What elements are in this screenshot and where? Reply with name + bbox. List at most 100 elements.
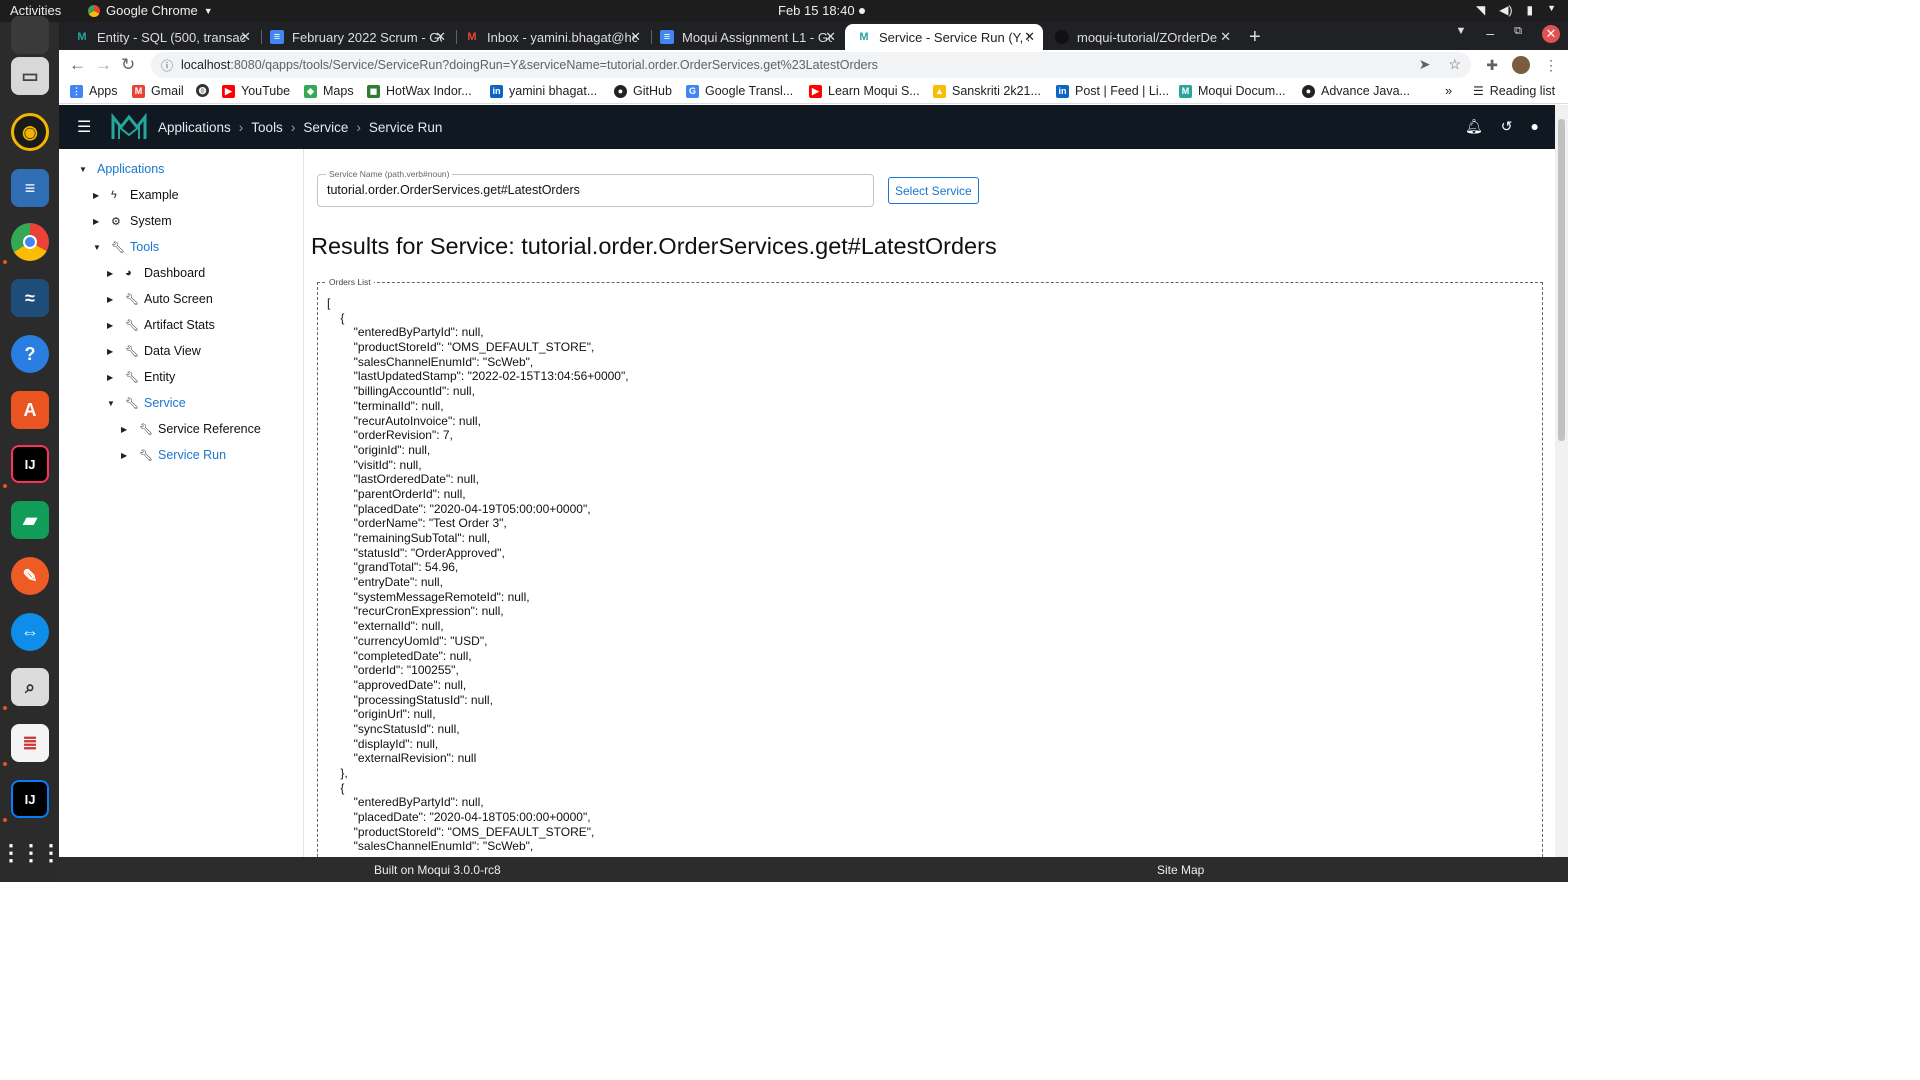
more-menu-icon[interactable]: ⋮ <box>1544 57 1558 74</box>
send-to-devices-icon[interactable]: ➤ <box>1419 56 1431 73</box>
browser-tab[interactable]: M Entity - SQL (500, transact ✕ <box>63 24 259 50</box>
caret-right-icon[interactable]: ▶ <box>93 191 103 200</box>
caret-right-icon[interactable]: ▶ <box>107 373 117 382</box>
chat-icon[interactable]: ▰ <box>11 501 49 539</box>
software-center-icon[interactable]: A <box>11 391 49 429</box>
breadcrumb-tools[interactable]: Tools <box>251 120 283 135</box>
browser-tab-active[interactable]: M Service - Service Run (Y, Se ✕ <box>845 24 1043 50</box>
nav-service-run[interactable]: ▶ 🔧︎ Service Run <box>121 448 226 462</box>
nav-data-view[interactable]: ▶ 🔧︎ Data View <box>107 344 201 358</box>
history-icon[interactable]: ↺ <box>1501 118 1513 135</box>
moqui-logo[interactable] <box>111 112 147 144</box>
close-icon[interactable]: ✕ <box>630 29 641 45</box>
minimize-icon[interactable]: – <box>1486 25 1494 43</box>
nav-auto-screen[interactable]: ▶ 🔧︎ Auto Screen <box>107 292 213 306</box>
reading-list-button[interactable]: ☰ Reading list <box>1473 84 1555 98</box>
close-icon[interactable]: ✕ <box>435 29 446 45</box>
caret-right-icon[interactable]: ▶ <box>107 269 117 278</box>
new-tab-button[interactable]: + <box>1249 26 1261 49</box>
clock[interactable]: Feb 15 18:40 <box>778 3 855 18</box>
bookmark-advance-java[interactable]: ● Advance Java... <box>1302 84 1410 98</box>
nav-service[interactable]: ▼ 🔧︎ Service <box>107 396 186 410</box>
site-map-link[interactable]: Site Map <box>1157 863 1204 877</box>
nav-system[interactable]: ▶ ⚙ System <box>93 214 172 228</box>
profile-avatar[interactable] <box>1512 56 1530 74</box>
browser-tab[interactable]: moqui-tutorial/ZOrderDe ✕ <box>1043 24 1239 50</box>
reload-icon[interactable]: ↻ <box>121 55 135 75</box>
info-icon[interactable]: ⓘ <box>161 57 173 74</box>
intellij-icon[interactable]: IJ <box>11 780 49 818</box>
caret-down-icon[interactable]: ▼ <box>107 399 117 408</box>
close-icon[interactable]: ✕ <box>1220 29 1231 45</box>
nav-tools[interactable]: ▼ 🔧︎ Tools <box>93 240 159 254</box>
bookmark-moqui-docs[interactable]: M Moqui Docum... <box>1179 84 1286 98</box>
close-icon[interactable]: ✕ <box>240 29 251 45</box>
postman-icon[interactable]: ✎ <box>11 557 49 595</box>
bookmark-linkedin-feed[interactable]: in Post | Feed | Li... <box>1056 84 1169 98</box>
bookmark-translate[interactable]: G Google Transl... <box>686 84 793 98</box>
show-apps-icon[interactable]: ⋮⋮⋮ <box>0 834 62 872</box>
nav-service-reference[interactable]: ▶ 🔧︎ Service Reference <box>121 422 261 436</box>
bell-icon[interactable]: 🔔︎ <box>1465 118 1483 135</box>
nav-dashboard[interactable]: ▶ ◕ Dashboard <box>107 266 205 280</box>
back-icon[interactable]: ← <box>69 55 86 75</box>
caret-right-icon[interactable]: ▶ <box>107 295 117 304</box>
close-icon[interactable]: ✕ <box>1024 29 1035 45</box>
rhythmbox-icon[interactable]: ◉ <box>11 113 49 151</box>
nav-example[interactable]: ▶ ϟ Example <box>93 188 179 202</box>
maximize-icon[interactable]: ⧉ <box>1514 25 1522 43</box>
chrome-icon[interactable] <box>11 223 49 261</box>
bookmark-learn-moqui[interactable]: ▶ Learn Moqui S... <box>809 84 920 98</box>
tab-search-icon[interactable]: ▼ <box>1455 25 1466 43</box>
bookmark-globe[interactable]: ◍ <box>196 84 215 97</box>
caret-down-icon[interactable]: ▼ <box>79 165 89 174</box>
help-icon[interactable]: ? <box>11 335 49 373</box>
breadcrumb-applications[interactable]: Applications <box>158 120 231 135</box>
files-icon[interactable]: ▭ <box>11 57 49 95</box>
app-menu[interactable]: Google Chrome ▼ <box>88 3 213 18</box>
bookmark-gmail[interactable]: M Gmail <box>132 84 184 98</box>
nav-entity[interactable]: ▶ 🔧︎ Entity <box>107 370 175 384</box>
caret-right-icon[interactable]: ▶ <box>107 321 117 330</box>
menu-icon[interactable]: ☰ <box>77 117 91 137</box>
browser-tab[interactable]: M Inbox - yamini.bhagat@ho ✕ <box>453 24 649 50</box>
caret-right-icon[interactable]: ▶ <box>121 451 131 460</box>
browser-tab[interactable]: ≡ Moqui Assignment L1 - Go ✕ <box>648 24 844 50</box>
caret-right-icon[interactable]: ▶ <box>93 217 103 226</box>
bookmark-youtube[interactable]: ▶ YouTube <box>222 84 290 98</box>
bookmark-sanskriti[interactable]: ▲ Sanskriti 2k21... <box>933 84 1041 98</box>
bookmark-linkedin[interactable]: in yamini bhagat... <box>490 84 597 98</box>
bookmarks-overflow-button[interactable]: » <box>1445 83 1452 98</box>
dock-app-icon[interactable] <box>11 16 49 54</box>
bookmark-apps[interactable]: ⋮ Apps <box>70 84 118 98</box>
document-viewer-icon[interactable]: ≣ <box>11 724 49 762</box>
extensions-icon[interactable]: ✚ <box>1486 57 1498 74</box>
browser-tab[interactable]: ≡ February 2022 Scrum - Goo ✕ <box>258 24 454 50</box>
nav-label: Data View <box>144 344 201 358</box>
close-window-icon[interactable]: ✕ <box>1542 25 1560 43</box>
writer-icon[interactable]: ≡ <box>11 169 49 207</box>
teamviewer-icon[interactable]: ⇔ <box>11 613 49 651</box>
address-bar[interactable]: ⓘ localhost:8080/qapps/tools/Service/Ser… <box>151 52 1471 78</box>
bookmark-maps[interactable]: ◆ Maps <box>304 84 354 98</box>
nav-applications[interactable]: ▼ Applications <box>79 162 164 176</box>
system-tray[interactable]: ◥ ◀) ▮ ▼ <box>1476 3 1556 17</box>
caret-right-icon[interactable]: ▶ <box>121 425 131 434</box>
search-icon[interactable]: ⌕ <box>11 668 49 706</box>
page-scrollbar[interactable] <box>1555 105 1568 857</box>
forward-icon[interactable]: → <box>95 55 112 75</box>
intellij-icon[interactable]: IJ <box>11 445 49 483</box>
account-icon[interactable]: ● <box>1531 118 1539 135</box>
close-icon[interactable]: ✕ <box>825 29 836 45</box>
caret-down-icon[interactable]: ▼ <box>93 243 103 252</box>
scrollbar-thumb[interactable] <box>1558 119 1565 441</box>
service-name-input[interactable] <box>327 183 857 197</box>
bookmark-hotwax[interactable]: ◼ HotWax Indor... <box>367 84 472 98</box>
breadcrumb-service[interactable]: Service <box>303 120 348 135</box>
caret-right-icon[interactable]: ▶ <box>107 347 117 356</box>
select-service-button[interactable]: Select Service <box>888 177 979 204</box>
mysql-workbench-icon[interactable]: ≈ <box>11 279 49 317</box>
nav-artifact-stats[interactable]: ▶ 🔧︎ Artifact Stats <box>107 318 215 332</box>
bookmark-star-icon[interactable]: ☆ <box>1448 56 1461 73</box>
bookmark-github[interactable]: ● GitHub <box>614 84 672 98</box>
